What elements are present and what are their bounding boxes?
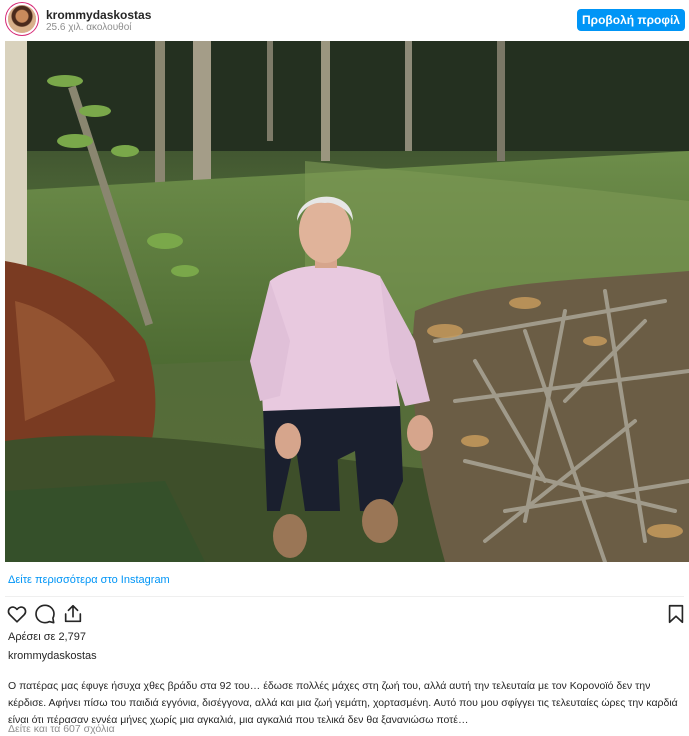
view-all-comments-link[interactable]: Δείτε και τα 607 σχόλια	[8, 723, 115, 735]
like-count[interactable]: Αρέσει σε 2,797	[8, 631, 86, 643]
avatar[interactable]	[8, 5, 36, 33]
heart-icon[interactable]	[6, 603, 28, 625]
caption-text: Ο πατέρας μας έφυγε ήσυχα χθες βράδυ στα…	[8, 680, 678, 726]
post-photo-illustration	[5, 41, 689, 562]
post-photo[interactable]	[5, 41, 689, 562]
share-icon[interactable]	[62, 603, 84, 625]
username[interactable]: krommydaskostas	[46, 8, 151, 22]
view-more-on-instagram-link[interactable]: Δείτε περισσότερα στο Instagram	[8, 574, 170, 586]
comment-icon[interactable]	[34, 603, 56, 625]
divider	[5, 596, 684, 597]
bookmark-icon[interactable]	[665, 603, 687, 625]
post-header: krommydaskostas 25.6 χιλ. ακολουθοί Προβ…	[0, 0, 689, 40]
caption-username[interactable]: krommydaskostas	[8, 650, 97, 662]
follower-count: 25.6 χιλ. ακολουθοί	[46, 22, 132, 33]
view-profile-button[interactable]: Προβολή προφίλ	[577, 9, 685, 31]
